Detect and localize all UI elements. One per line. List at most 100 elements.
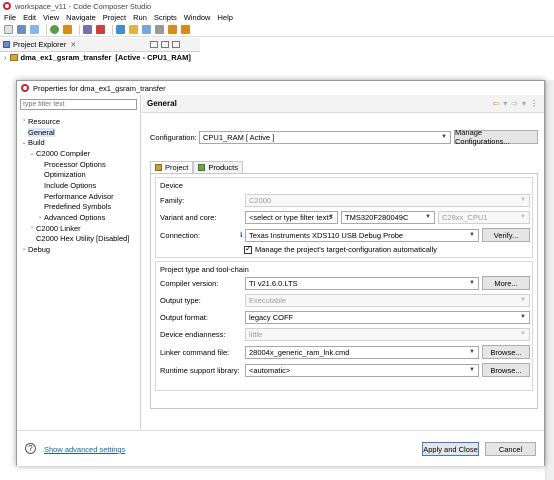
- tree-item[interactable]: ⌄ C2000 Compiler: [17, 148, 141, 159]
- back-arrow-icon[interactable]: ⇦: [493, 99, 500, 108]
- chevron-down-icon: ▼: [469, 231, 475, 238]
- runtime-label: Runtime support library:: [160, 365, 240, 375]
- menu-run[interactable]: Run: [133, 13, 147, 22]
- menu-view[interactable]: View: [43, 13, 59, 22]
- chevron-right-icon[interactable]: ›: [4, 53, 7, 62]
- properties-tree-pane: ›ResourceGeneral⌄Build⌄C2000 CompilerPro…: [17, 95, 141, 429]
- cancel-button[interactable]: Cancel: [485, 442, 536, 456]
- linker-select[interactable]: 28004x_generic_ram_lnk.cmd ▼: [245, 345, 479, 359]
- save-icon[interactable]: [17, 25, 26, 34]
- collapse-all-icon[interactable]: [150, 41, 158, 48]
- section-title: General: [147, 99, 177, 108]
- chevron-down-icon[interactable]: ⌄: [28, 150, 36, 157]
- connection-select[interactable]: Texas Instruments XDS110 USB Debug Probe…: [245, 228, 479, 242]
- chevron-right-icon[interactable]: ›: [20, 118, 28, 124]
- configuration-select[interactable]: CPU1_RAM [ Active ] ▼: [199, 130, 451, 144]
- variant-filter-value: <select or type filter text>: [249, 213, 333, 222]
- chevron-down-icon: ▼: [425, 214, 431, 220]
- history-nav: ⇦ ▾ ⇨ ▾ ⋮: [489, 99, 538, 108]
- search-icon[interactable]: [116, 25, 125, 34]
- tree-item[interactable]: Performance Advisor: [17, 191, 141, 202]
- tree-item[interactable]: ⌄ Build: [17, 137, 141, 148]
- project-tree-item[interactable]: › dma_ex1_gsram_transfer [Active - CPU1_…: [4, 53, 191, 62]
- tree-item[interactable]: › Resource: [17, 116, 141, 127]
- menu-navigate[interactable]: Navigate: [66, 13, 96, 22]
- chevron-down-icon[interactable]: ▾: [522, 99, 526, 108]
- ide-titlebar: workspace_v11 - Code Composer Studio: [0, 0, 554, 12]
- tree-item[interactable]: › Debug: [17, 244, 141, 255]
- menu-file[interactable]: File: [4, 13, 16, 22]
- tool-icon[interactable]: [96, 25, 105, 34]
- manage-configurations-button[interactable]: Manage Configurations...: [454, 128, 538, 146]
- connection-row: Connection: ℹ Texas Instruments XDS110 U…: [160, 228, 530, 242]
- menu-window[interactable]: Window: [184, 13, 211, 22]
- toolbar-separator: [79, 24, 80, 35]
- menu-project[interactable]: Project: [103, 13, 126, 22]
- tab-products[interactable]: Products: [193, 161, 243, 173]
- compiler-label: Compiler version:: [160, 278, 219, 288]
- tree-item[interactable]: › C2000 Linker: [17, 223, 141, 234]
- chevron-right-icon[interactable]: ›: [20, 247, 28, 253]
- apply-and-close-button[interactable]: Apply and Close: [422, 442, 479, 456]
- tree-item[interactable]: General: [17, 127, 141, 138]
- output-format-select[interactable]: legacy COFF ▼: [245, 311, 530, 324]
- tree-item-label: Advanced Options: [44, 213, 106, 223]
- tree-item-label: Predefined Symbols: [44, 202, 112, 212]
- save-all-icon[interactable]: [30, 25, 39, 34]
- help-icon[interactable]: ?: [25, 443, 36, 454]
- chevron-down-icon: ▼: [441, 133, 447, 140]
- close-icon[interactable]: ✕: [70, 41, 76, 49]
- compiler-select[interactable]: TI v21.6.0.LTS ▼: [245, 276, 479, 290]
- chevron-down-icon[interactable]: ▾: [503, 99, 507, 108]
- manage-target-config-label: Manage the project's target-configuratio…: [255, 245, 437, 254]
- more-button[interactable]: More...: [482, 276, 530, 290]
- pencil-icon[interactable]: [129, 25, 138, 34]
- runtime-select[interactable]: <automatic> ▼: [245, 363, 479, 377]
- linker-label: Linker command file:: [160, 347, 230, 357]
- tree-item[interactable]: Predefined Symbols: [17, 202, 141, 213]
- forward-arrow-icon[interactable]: [181, 25, 190, 34]
- chevron-down-icon: ▼: [328, 214, 334, 220]
- chevron-right-icon[interactable]: ›: [36, 215, 44, 221]
- new-file-icon[interactable]: [4, 25, 13, 34]
- folder-icon[interactable]: [155, 25, 164, 34]
- chevron-right-icon[interactable]: ›: [28, 225, 36, 231]
- chevron-down-icon[interactable]: ⌄: [20, 139, 28, 146]
- menu-help[interactable]: Help: [217, 13, 232, 22]
- open-type-icon[interactable]: [142, 25, 151, 34]
- ccs-app-icon: [3, 2, 11, 10]
- link-editor-icon[interactable]: [161, 41, 169, 48]
- tree-item-label: Processor Options: [44, 159, 106, 169]
- menu-scripts[interactable]: Scripts: [154, 13, 177, 22]
- build-icon[interactable]: [63, 25, 72, 34]
- show-advanced-settings-link[interactable]: Show advanced settings: [44, 445, 125, 454]
- forward-arrow-icon[interactable]: ⇨: [511, 99, 518, 108]
- tree-item[interactable]: Processor Options: [17, 159, 141, 170]
- configuration-row: Configuration: CPU1_RAM [ Active ] ▼ Man…: [150, 128, 538, 146]
- family-value: C2000: [249, 196, 272, 205]
- output-format-row: Output format: legacy COFF ▼: [160, 311, 530, 324]
- tree-item-label: Build: [28, 138, 45, 148]
- tree-item[interactable]: › Advanced Options: [17, 212, 141, 223]
- view-menu-icon[interactable]: [172, 41, 180, 48]
- chevron-down-icon: ▼: [520, 197, 526, 203]
- hammer-icon[interactable]: [83, 25, 92, 34]
- tree-item[interactable]: Optimization: [17, 169, 141, 180]
- tree-item[interactable]: C2000 Hex Utility [Disabled]: [17, 234, 141, 245]
- tab-project[interactable]: Project: [150, 161, 194, 173]
- filter-input[interactable]: [20, 99, 137, 110]
- variant-filter-select[interactable]: <select or type filter text> ▼: [245, 211, 338, 224]
- debug-icon[interactable]: [50, 25, 59, 34]
- linker-browse-button[interactable]: Browse...: [482, 345, 530, 359]
- menu-edit[interactable]: Edit: [23, 13, 36, 22]
- variant-select[interactable]: TMS320F280049C ▼: [341, 211, 435, 224]
- output-format-label: Output format:: [160, 313, 208, 322]
- verify-button[interactable]: Verify...: [482, 228, 530, 242]
- main-toolbar: [0, 23, 554, 37]
- tree-item[interactable]: Include Options: [17, 180, 141, 191]
- view-menu-icon[interactable]: ⋮: [530, 99, 538, 108]
- manage-target-config-checkbox[interactable]: [244, 244, 252, 254]
- back-arrow-icon[interactable]: [168, 25, 177, 34]
- explorer-toolbar: [150, 41, 183, 48]
- runtime-browse-button[interactable]: Browse...: [482, 363, 530, 377]
